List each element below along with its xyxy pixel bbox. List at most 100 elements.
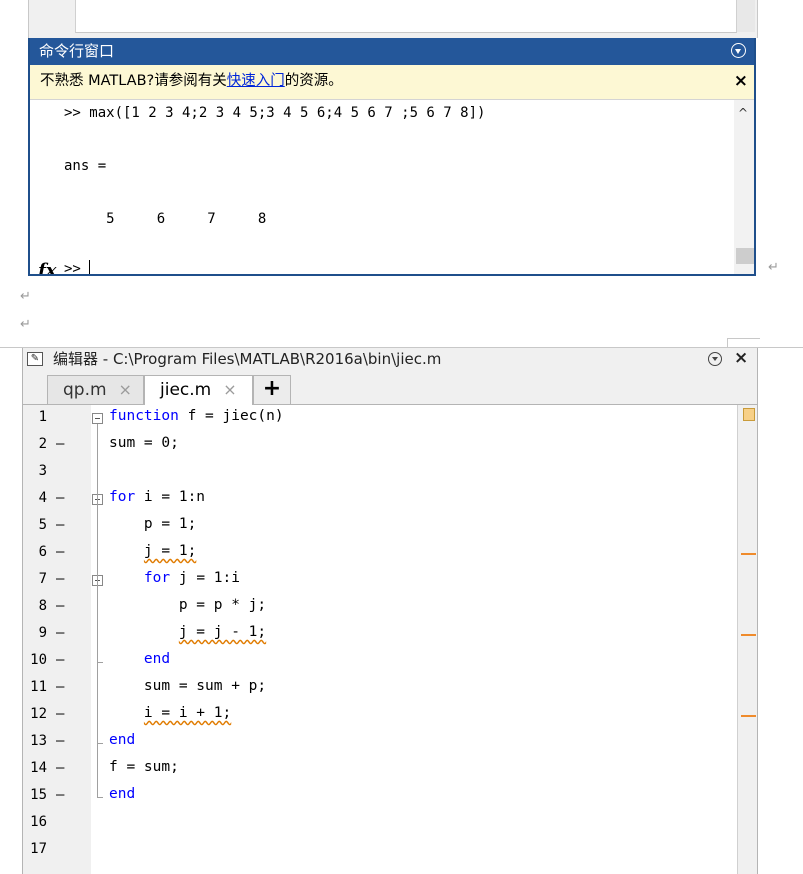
breakpoint-marker[interactable]: — (56, 598, 64, 614)
tab-qp[interactable]: qp.m × (47, 375, 144, 404)
breakpoint-marker[interactable]: — (56, 490, 64, 506)
editor-title: 编辑器 - C:\Program Files\MATLAB\R2016a\bin… (53, 350, 442, 368)
code-text: f = jiec(n) (178, 408, 284, 424)
fx-icon[interactable]: fx (38, 260, 56, 274)
tab-close-icon[interactable]: × (119, 380, 132, 399)
getting-started-link[interactable]: 快速入门 (227, 73, 285, 89)
editor-titlebar: ✎ 编辑器 - C:\Program Files\MATLAB\R2016a\b… (23, 348, 757, 372)
command-input-line: >> max([1 2 3 4;2 3 4 5;3 4 5 6;4 5 6 7 … (64, 105, 486, 121)
line-number: 4 (38, 490, 47, 506)
line-number: 10 (30, 652, 47, 668)
line-number: 17 (30, 841, 47, 857)
add-tab-button[interactable]: + (253, 375, 291, 404)
code-text: i = i + 1; (143, 705, 232, 721)
tab-label: qp.m (63, 380, 107, 400)
breakpoint-marker[interactable]: — (56, 625, 64, 641)
notice-prefix: 不熟悉 MATLAB?请参阅有关 (40, 73, 227, 89)
upper-panel-remnant (28, 0, 758, 38)
scroll-up-icon[interactable]: ^ (738, 106, 748, 120)
panel-menu-icon[interactable] (731, 43, 746, 58)
warning-marker[interactable] (741, 553, 756, 555)
notice-close-icon[interactable]: × (734, 65, 748, 98)
line-number: 11 (30, 679, 47, 695)
breakpoint-marker[interactable]: — (56, 706, 64, 722)
tab-close-icon[interactable]: × (223, 380, 236, 399)
code-line[interactable]: end (109, 732, 135, 748)
breakpoint-marker[interactable]: — (56, 679, 64, 695)
breakpoint-marker[interactable]: — (56, 544, 64, 560)
code-line[interactable]: function f = jiec(n) (109, 408, 284, 424)
line-number: 9 (38, 625, 47, 641)
breakpoint-marker[interactable]: — (56, 571, 64, 587)
command-window-title: 命令行窗口 (39, 42, 115, 60)
breakpoint-marker[interactable]: — (56, 760, 64, 776)
line-number: 2 (38, 436, 47, 452)
line-number: 12 (30, 706, 47, 722)
code-line[interactable]: end (109, 651, 170, 667)
editor-icon: ✎ (27, 352, 43, 366)
code-line[interactable]: sum = sum + p; (109, 678, 266, 694)
line-number: 15 (30, 787, 47, 803)
code-line[interactable]: j = 1; (109, 543, 196, 559)
editor-menu-icon[interactable] (708, 352, 722, 366)
code-keyword: for (143, 570, 171, 586)
paragraph-mark: ↵ (20, 317, 31, 332)
command-output[interactable]: >> max([1 2 3 4;2 3 4 5;3 4 5 6;4 5 6 7 … (30, 100, 754, 274)
code-text: sum = 0; (109, 435, 179, 451)
upper-panel-scrollbar[interactable] (737, 0, 755, 32)
code-editor[interactable]: 1 function f = jiec(n) 2 — sum = 0; 3 4 — for i … (23, 405, 757, 874)
code-line[interactable]: j = j - 1; (109, 624, 266, 640)
code-line[interactable]: for i = 1:n (109, 489, 205, 505)
line-number: 3 (38, 463, 47, 479)
code-text: i = 1:n (135, 489, 206, 505)
scroll-thumb[interactable] (736, 248, 754, 264)
line-number: 5 (38, 517, 47, 533)
warning-marker[interactable] (741, 634, 756, 636)
code-text: p = p * j; (178, 597, 267, 613)
breakpoint-marker[interactable]: — (56, 787, 64, 803)
code-text: j = 1:i (170, 570, 240, 586)
code-line[interactable]: i = i + 1; (109, 705, 231, 721)
breakpoint-marker[interactable]: — (56, 517, 64, 533)
code-text: f = sum; (109, 759, 179, 775)
line-number: 14 (30, 760, 47, 776)
line-number: 16 (30, 814, 47, 830)
notice-suffix: 的资源。 (284, 73, 343, 89)
code-line[interactable]: p = 1; (109, 516, 196, 532)
breakpoint-marker[interactable]: — (56, 733, 64, 749)
upper-panel-content (75, 0, 737, 33)
code-keyword: end (143, 651, 171, 667)
fold-guide-end (97, 662, 103, 663)
code-keyword: end (109, 732, 136, 748)
line-number: 8 (38, 598, 47, 614)
fold-guide (97, 424, 98, 798)
code-line[interactable]: p = p * j; (109, 597, 266, 613)
line-number: 13 (30, 733, 47, 749)
code-line[interactable]: end (109, 786, 135, 802)
fold-guide-end (97, 797, 103, 798)
code-text: p = 1; (143, 516, 197, 532)
breakpoint-marker[interactable]: — (56, 436, 64, 452)
code-text: sum = sum + p; (143, 678, 267, 694)
code-line[interactable]: f = sum; (109, 759, 179, 775)
tab-jiec[interactable]: jiec.m × (144, 375, 253, 405)
fold-guide-end (97, 743, 103, 744)
code-line[interactable]: sum = 0; (109, 435, 179, 451)
code-analyzer-indicator-icon[interactable] (743, 408, 755, 421)
fold-toggle-icon[interactable] (92, 413, 103, 424)
command-scrollbar[interactable]: ^ (734, 100, 754, 274)
command-window: 命令行窗口 不熟悉 MATLAB?请参阅有关快速入门的资源。 × >> max(… (28, 38, 756, 276)
code-line[interactable]: for j = 1:i (109, 570, 240, 586)
warning-marker[interactable] (741, 715, 756, 717)
command-prompt[interactable]: >> (64, 260, 91, 274)
editor-close-icon[interactable]: × (734, 348, 748, 369)
editor-scrollbar[interactable] (737, 405, 757, 874)
breakpoint-marker[interactable]: — (56, 652, 64, 668)
line-number: 6 (38, 544, 47, 560)
